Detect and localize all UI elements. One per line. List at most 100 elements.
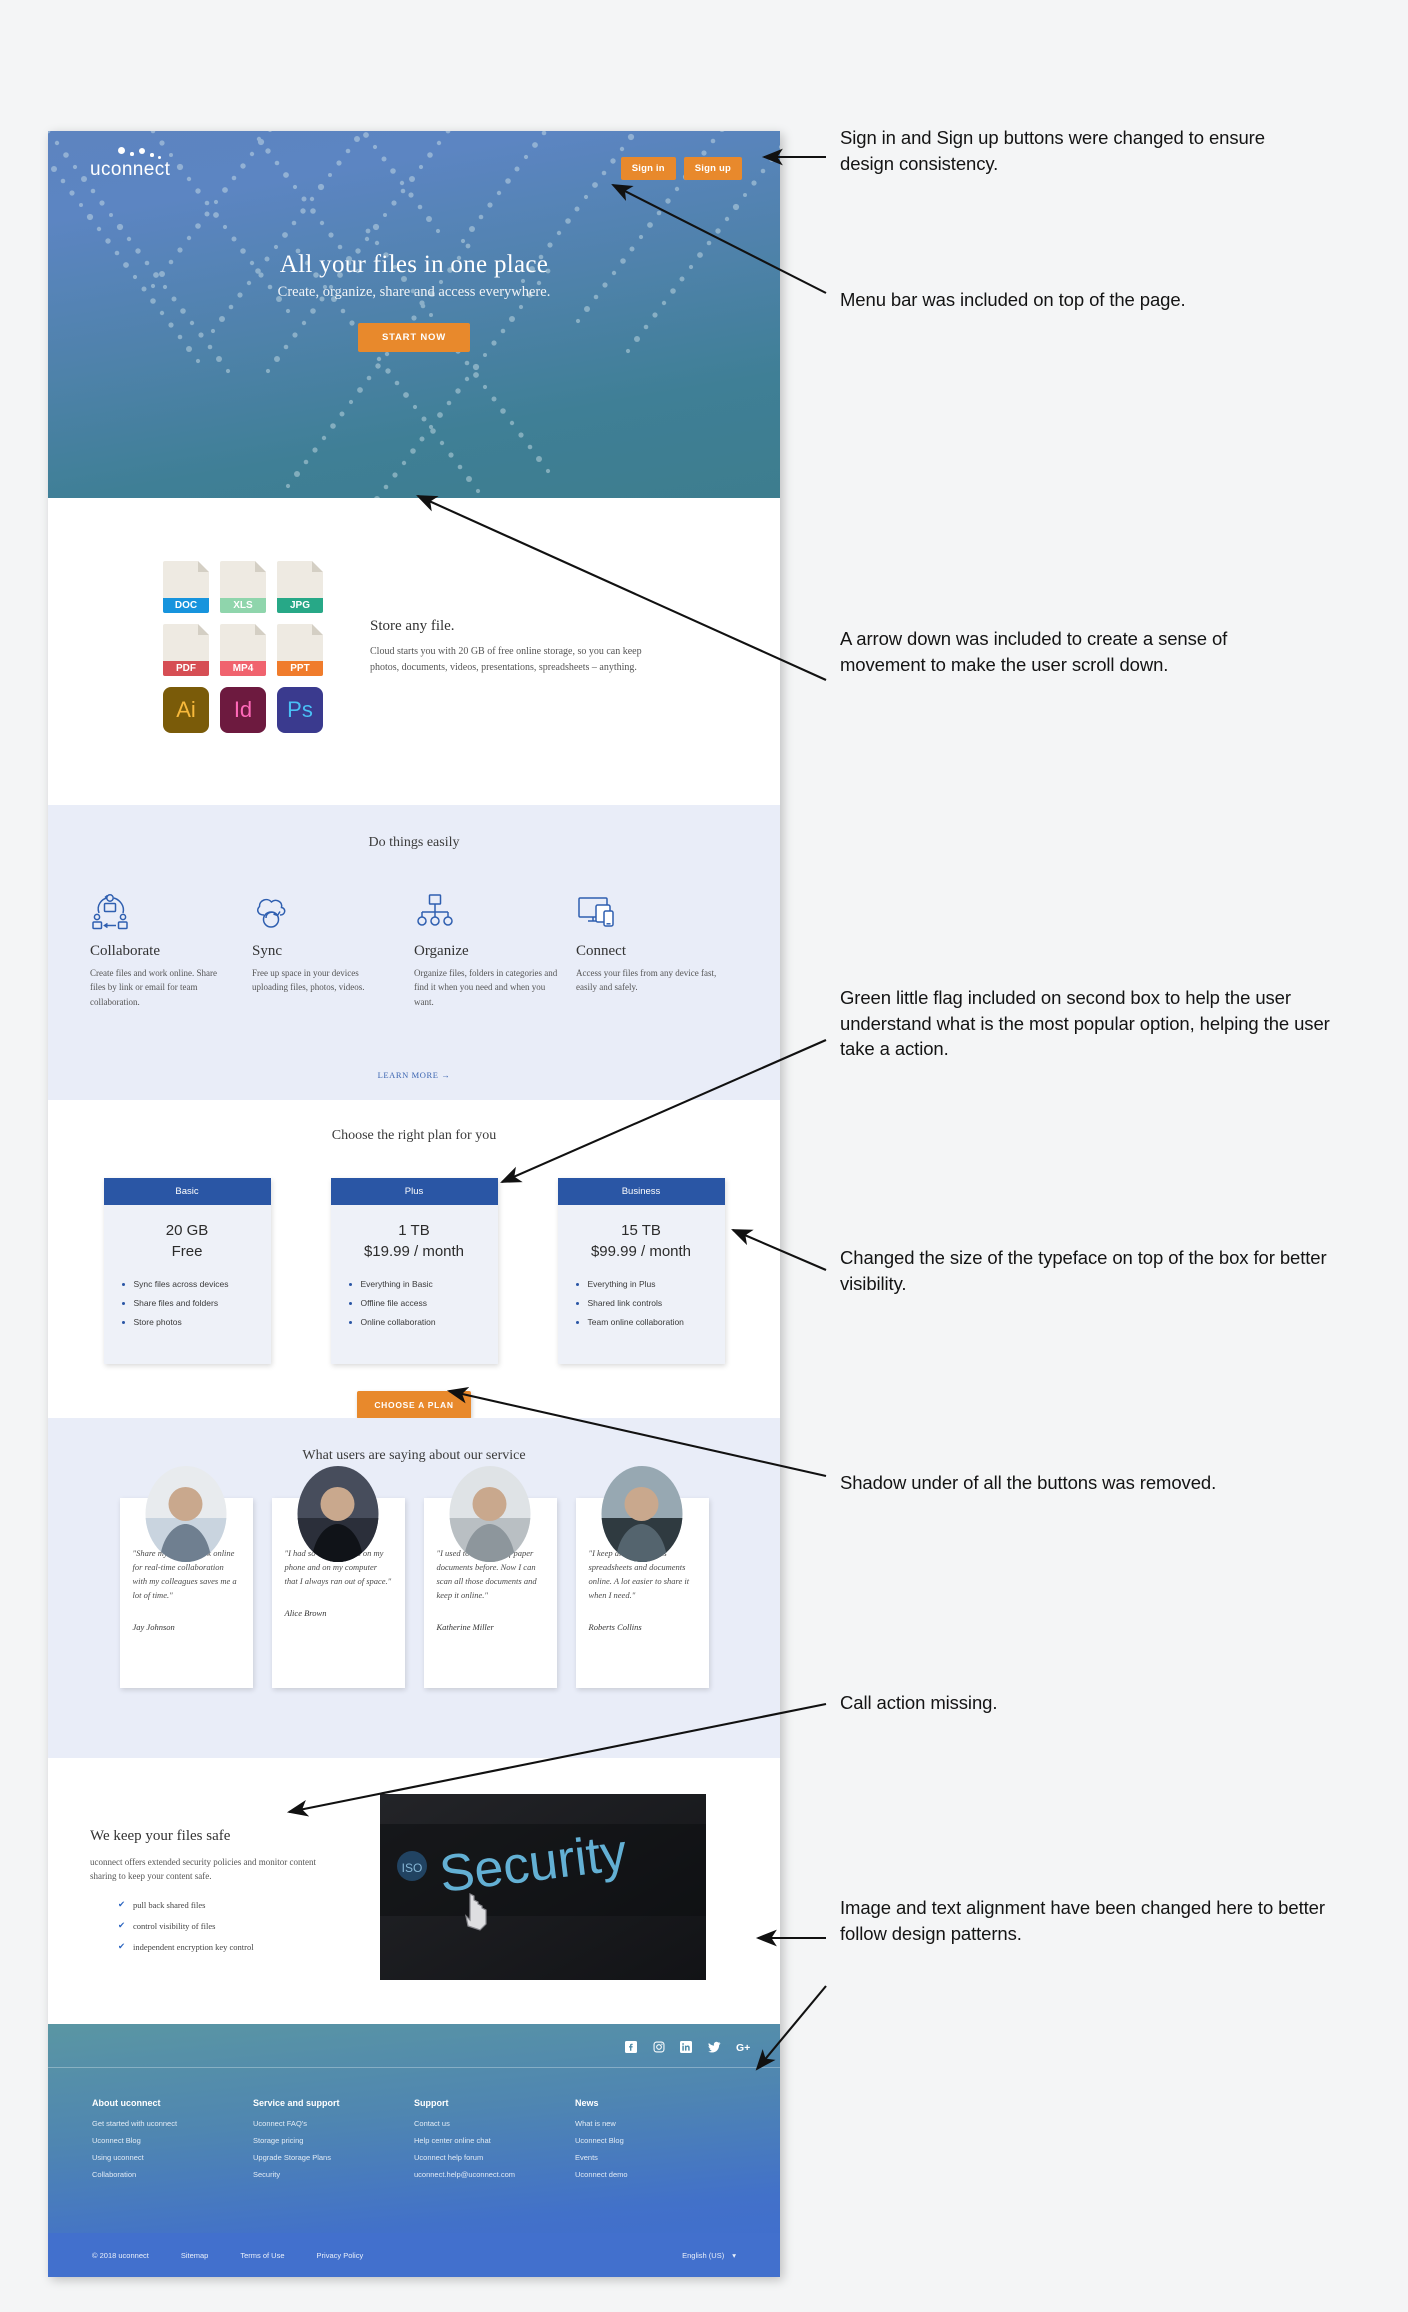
file-icon-doc: DOC: [163, 561, 209, 613]
instagram-icon[interactable]: [653, 2040, 665, 2058]
svg-text:ISO: ISO: [402, 1861, 423, 1875]
pricing-section-title: Choose the right plan for you: [331, 1128, 497, 1143]
avatar: [145, 1466, 227, 1562]
sitemap-link[interactable]: Sitemap: [181, 2251, 209, 2260]
footer-link[interactable]: Storage pricing: [253, 2136, 414, 2145]
footer-link[interactable]: Uconnect FAQ's: [253, 2119, 414, 2128]
linkedin-icon[interactable]: [680, 2040, 693, 2058]
testimonial-card-list: "Share my school work online for real-ti…: [48, 1466, 780, 1688]
plan-feature: Online collaboration: [348, 1317, 498, 1327]
footer-link[interactable]: What is new: [575, 2119, 736, 2128]
plan-name: Business: [557, 1178, 725, 1205]
annotation-arrow-down: A arrow down was included to create a se…: [840, 628, 1228, 675]
footer-link-columns: About uconnect Get started with uconnect U…: [48, 2068, 780, 2187]
learn-more-link[interactable]: LEARN MORE →: [48, 1070, 780, 1080]
plan-card-list: Basic 20 GB Free Sync files across devices S…: [48, 1178, 780, 1364]
app-icon-ai: Ai: [163, 687, 209, 733]
organize-tree-icon: [414, 891, 558, 933]
privacy-link[interactable]: Privacy Policy: [317, 2251, 364, 2260]
footer-link[interactable]: Uconnect demo: [575, 2170, 736, 2179]
hero-headline: All your files in one place: [279, 251, 549, 278]
terms-link[interactable]: Terms of Use: [240, 2251, 284, 2260]
footer-column-heading: Service and support: [253, 2098, 340, 2108]
sign-up-button[interactable]: Sign up: [683, 157, 742, 180]
footer-link[interactable]: Security: [253, 2170, 414, 2179]
file-icon-ppt: PPT: [277, 624, 323, 676]
plan-price: 20 GB Free: [165, 1222, 209, 1261]
plan-feature: Everything in Plus: [575, 1279, 725, 1289]
annotation-sign-in-sign-up: Sign in and Sign up buttons were changed…: [840, 127, 1265, 174]
file-icon-xls: XLS: [220, 561, 266, 613]
annotation-button-shadow: Shadow under of all the buttons was remo…: [840, 1472, 1217, 1493]
security-check-item: pull back shared files: [118, 1899, 332, 1910]
footer-link[interactable]: Uconnect help forum: [414, 2153, 575, 2162]
testimonial-author: Katherine Miller: [436, 1622, 494, 1633]
start-now-button[interactable]: START NOW: [357, 323, 470, 352]
security-title: We keep your files safe: [90, 1828, 231, 1844]
annotation-menu-bar: Menu bar was included on top of the page…: [840, 289, 1186, 310]
sign-in-button[interactable]: Sign in: [620, 157, 676, 180]
security-text-block: We keep your files safe uconnect offers …: [90, 1828, 332, 1963]
plan-body: 20 GB Free Sync files across devices Share …: [103, 1205, 271, 1364]
plan-card-plus[interactable]: Plus 1 TB $19.99 / month Everything in Basi…: [330, 1178, 498, 1364]
easy-section-title: Do things easily: [368, 835, 460, 850]
plan-price: 15 TB $99.99 / month: [590, 1222, 692, 1261]
testimonials-section-title: What users are saying about our service: [302, 1448, 526, 1463]
file-icon-mp4: MP4: [220, 624, 266, 676]
footer-link[interactable]: Help center online chat: [414, 2136, 575, 2145]
security-check-item: control visibility of files: [118, 1920, 332, 1931]
facebook-icon[interactable]: [625, 2040, 638, 2058]
plan-price: 1 TB $19.99 / month: [363, 1222, 465, 1261]
avatar: [449, 1466, 531, 1562]
feature-body: Create files and work online. Share file…: [90, 968, 217, 1007]
sync-cloud-icon: [252, 891, 396, 933]
store-title: Store any file.: [370, 618, 455, 634]
googleplus-icon[interactable]: G+: [736, 2040, 754, 2058]
footer-link[interactable]: Uconnect Blog: [92, 2136, 253, 2145]
plan-name: Basic: [103, 1178, 271, 1205]
language-selector[interactable]: English (US): [682, 2251, 724, 2260]
footer-link[interactable]: uconnect.help@uconnect.com: [414, 2170, 575, 2179]
plan-feature: Sync files across devices: [121, 1279, 271, 1289]
pricing-section: Choose the right plan for you Basic 20 GB…: [48, 1100, 780, 1419]
footer-column: Service and support Uconnect FAQ's Storage…: [253, 2098, 414, 2187]
footer-link[interactable]: Collaboration: [92, 2170, 253, 2179]
annotation-image-alignment: Image and text alignment have been chang…: [840, 1897, 1325, 1944]
footer-link[interactable]: Upgrade Storage Plans: [253, 2153, 414, 2162]
plan-card-business[interactable]: Business 15 TB $99.99 / month Everything in…: [557, 1178, 725, 1364]
choose-plan-cta-wrap: CHOOSE A PLAN: [48, 1390, 780, 1419]
footer-link[interactable]: Using uconnect: [92, 2153, 253, 2162]
footer-link[interactable]: Contact us: [414, 2119, 575, 2128]
plan-feature-list: Everything in Plus Shared link controls Te…: [575, 1279, 725, 1327]
plan-feature-list: Sync files across devices Share files and…: [121, 1279, 271, 1327]
do-things-easily-section: Do things easily Collaborate Create file…: [48, 805, 780, 1100]
footer-link[interactable]: Uconnect Blog: [575, 2136, 736, 2145]
chevron-down-icon[interactable]: ▾: [732, 2251, 736, 2260]
feature-connect: Connect Access your files from any devic…: [576, 891, 738, 1009]
plan-card-basic[interactable]: Basic 20 GB Free Sync files across devices S…: [103, 1178, 271, 1364]
annotation-call-action: Call action missing.: [840, 1692, 998, 1713]
avatar: [601, 1466, 683, 1562]
hero-copy: All your files in one place Create, orga…: [48, 251, 780, 352]
footer-link[interactable]: Events: [575, 2153, 736, 2162]
file-type-icon-grid: DOC XLS JPG PDF MP4 PPT Ai Id Ps: [163, 561, 323, 733]
footer-link[interactable]: Get started with uconnect: [92, 2119, 253, 2128]
svg-text:G+: G+: [736, 2042, 750, 2053]
feature-row: Collaborate Create files and work online…: [48, 891, 780, 1009]
footer-column: News What is new Uconnect Blog Events Uconne…: [575, 2098, 736, 2187]
twitter-icon[interactable]: [707, 2040, 721, 2058]
footer-column: About uconnect Get started with uconnect U…: [92, 2098, 253, 2187]
site-footer: G+ About uconnect Get started with uconne…: [48, 2024, 780, 2277]
annotation-green-flag: Green little flag included on second box…: [840, 987, 1330, 1060]
app-icon-id: Id: [220, 687, 266, 733]
plan-feature: Everything in Basic: [348, 1279, 498, 1289]
feature-title: Organize: [414, 943, 469, 959]
annotated-mockup-canvas: uconnect Sign in Sign up All your files …: [0, 0, 1408, 2312]
feature-title: Collaborate: [90, 943, 160, 959]
annotation-typeface-size: Changed the size of the typeface on top …: [840, 1247, 1327, 1294]
choose-a-plan-button[interactable]: CHOOSE A PLAN: [357, 1390, 471, 1419]
logo[interactable]: uconnect: [90, 147, 171, 181]
logo-text: uconnect: [90, 159, 171, 180]
security-body: uconnect offers extended security polici…: [90, 1857, 317, 1882]
security-check-item: independent encryption key control: [118, 1941, 332, 1952]
